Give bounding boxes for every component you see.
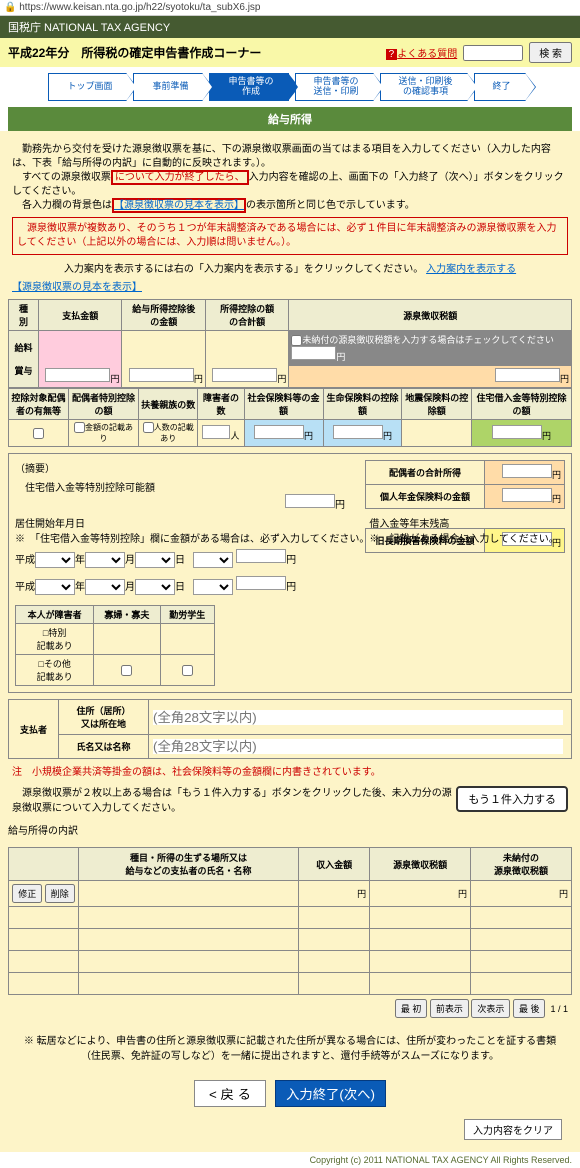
next-button[interactable]: 入力終了(次へ) <box>275 1080 386 1107</box>
clear-button[interactable]: 入力内容をクリア <box>464 1119 562 1140</box>
nav-prep[interactable]: 事前準備 <box>133 73 203 101</box>
agency-bar: 国税庁 NATIONAL TAX AGENCY <box>0 16 580 38</box>
table2: 控除対象配偶者の有無等 配偶者特別控除の額 扶養親族の数 障害者の数 社会保険料… <box>8 388 572 447</box>
search-input[interactable] <box>463 45 523 61</box>
step-nav: トップ画面 事前準備 申告書等の 作成 申告書等の 送信・印刷 送信・印刷後 の… <box>0 67 580 107</box>
del-btn[interactable]: 削除 <box>45 884 75 903</box>
dep-chk[interactable] <box>143 422 154 433</box>
intro: 勤務先から交付を受けた源泉徴収票を基に、下の源泉徴収票画面の当てはまる項目を入力… <box>8 139 572 299</box>
note-red: 注 小規模企業共済等掛金の額は、社会保険料等の金額欄に内書きされています。 <box>8 759 572 782</box>
bal2[interactable] <box>236 576 286 590</box>
house-possible[interactable] <box>285 494 335 508</box>
mon1[interactable] <box>85 552 125 568</box>
widow-chk[interactable] <box>121 665 132 676</box>
year2[interactable] <box>35 579 75 595</box>
payer-table: 支払者住所（居所） 又は所在地 氏名又は名称 <box>8 699 572 759</box>
url-bar: 🔒 https://www.keisan.nta.go.jp/h22/syoto… <box>0 0 580 16</box>
payer-name[interactable] <box>153 739 563 754</box>
spouse-chk[interactable] <box>33 428 44 439</box>
nav-end[interactable]: 終了 <box>474 73 526 101</box>
sample-link2[interactable]: 【源泉徴収票の見本を表示】 <box>12 282 142 293</box>
pay-amount[interactable] <box>45 368 110 382</box>
pension[interactable]: 円 <box>485 485 565 509</box>
sample-link[interactable]: 【源泉徴収票の見本を表示】 <box>112 198 246 213</box>
social-ins[interactable] <box>254 425 304 439</box>
year1[interactable] <box>35 552 75 568</box>
day2[interactable] <box>135 579 175 595</box>
search-button[interactable]: 検 索 <box>529 42 572 63</box>
edit-btn[interactable]: 修正 <box>12 884 42 903</box>
footer-note: ※ 転居などにより、申告書の住所と源泉徴収票に記載された住所が異なる場合には、住… <box>8 1022 572 1072</box>
prev-btn[interactable]: 前表示 <box>430 999 469 1018</box>
day1[interactable] <box>135 552 175 568</box>
withholding[interactable] <box>495 368 560 382</box>
life-ins[interactable] <box>333 425 383 439</box>
mon2[interactable] <box>85 579 125 595</box>
page-title: 平成22年分 所得税の確定申告書作成コーナー <box>8 44 261 61</box>
section-title: 給与所得 <box>8 107 572 131</box>
first-btn[interactable]: 最 初 <box>395 999 428 1018</box>
add-button[interactable]: もう１件入力する <box>456 786 568 812</box>
nav-top[interactable]: トップ画面 <box>48 73 127 101</box>
bal1[interactable] <box>236 549 286 563</box>
guide-link[interactable]: 入力案内を表示する <box>426 264 516 275</box>
spc-amt-chk[interactable] <box>74 422 85 433</box>
payer-addr[interactable] <box>153 710 563 725</box>
nav-after[interactable]: 送信・印刷後 の確認事項 <box>380 73 468 101</box>
lock-icon: 🔒 <box>4 2 16 13</box>
type2[interactable] <box>193 579 233 595</box>
last-btn[interactable]: 最 後 <box>513 999 546 1018</box>
faq-link[interactable]: ?よくある質問 <box>386 45 458 60</box>
breakdown-table: 種目・所得の生ずる場所又は 給与などの支払者の氏名・名称収入金額源泉徴収税額未納… <box>8 847 572 995</box>
type1[interactable] <box>193 552 233 568</box>
house-loan[interactable] <box>492 425 542 439</box>
disabled-num[interactable] <box>202 425 230 439</box>
copyright: Copyright (c) 2011 NATIONAL TAX AGENCY A… <box>0 1152 580 1168</box>
next-btn[interactable]: 次表示 <box>471 999 510 1018</box>
nav-send[interactable]: 申告書等の 送信・印刷 <box>295 73 374 101</box>
back-button[interactable]: < 戻 る <box>194 1080 266 1107</box>
deduct-total[interactable] <box>212 368 277 382</box>
spouse-total[interactable]: 円 <box>485 461 565 485</box>
main-table: 種 別支払金額給与所得控除後 の金額所得控除の額 の合計額源泉徴収税額 給料 賞… <box>8 299 572 388</box>
student-chk[interactable] <box>182 665 193 676</box>
unpaid-check[interactable] <box>291 335 302 346</box>
nav-create[interactable]: 申告書等の 作成 <box>209 73 288 101</box>
warning-box: 源泉徴収票が複数あり、そのうち１つが年末調整済みである場合には、必ず１件目に年末… <box>12 217 568 255</box>
deduction-area: 配偶者の合計所得円 個人年金保険料の金額円 旧長期損害保険料の金額円 （摘要） … <box>8 453 572 693</box>
post-deduct[interactable] <box>129 368 194 382</box>
page-num: 1 / 1 <box>550 1004 568 1014</box>
